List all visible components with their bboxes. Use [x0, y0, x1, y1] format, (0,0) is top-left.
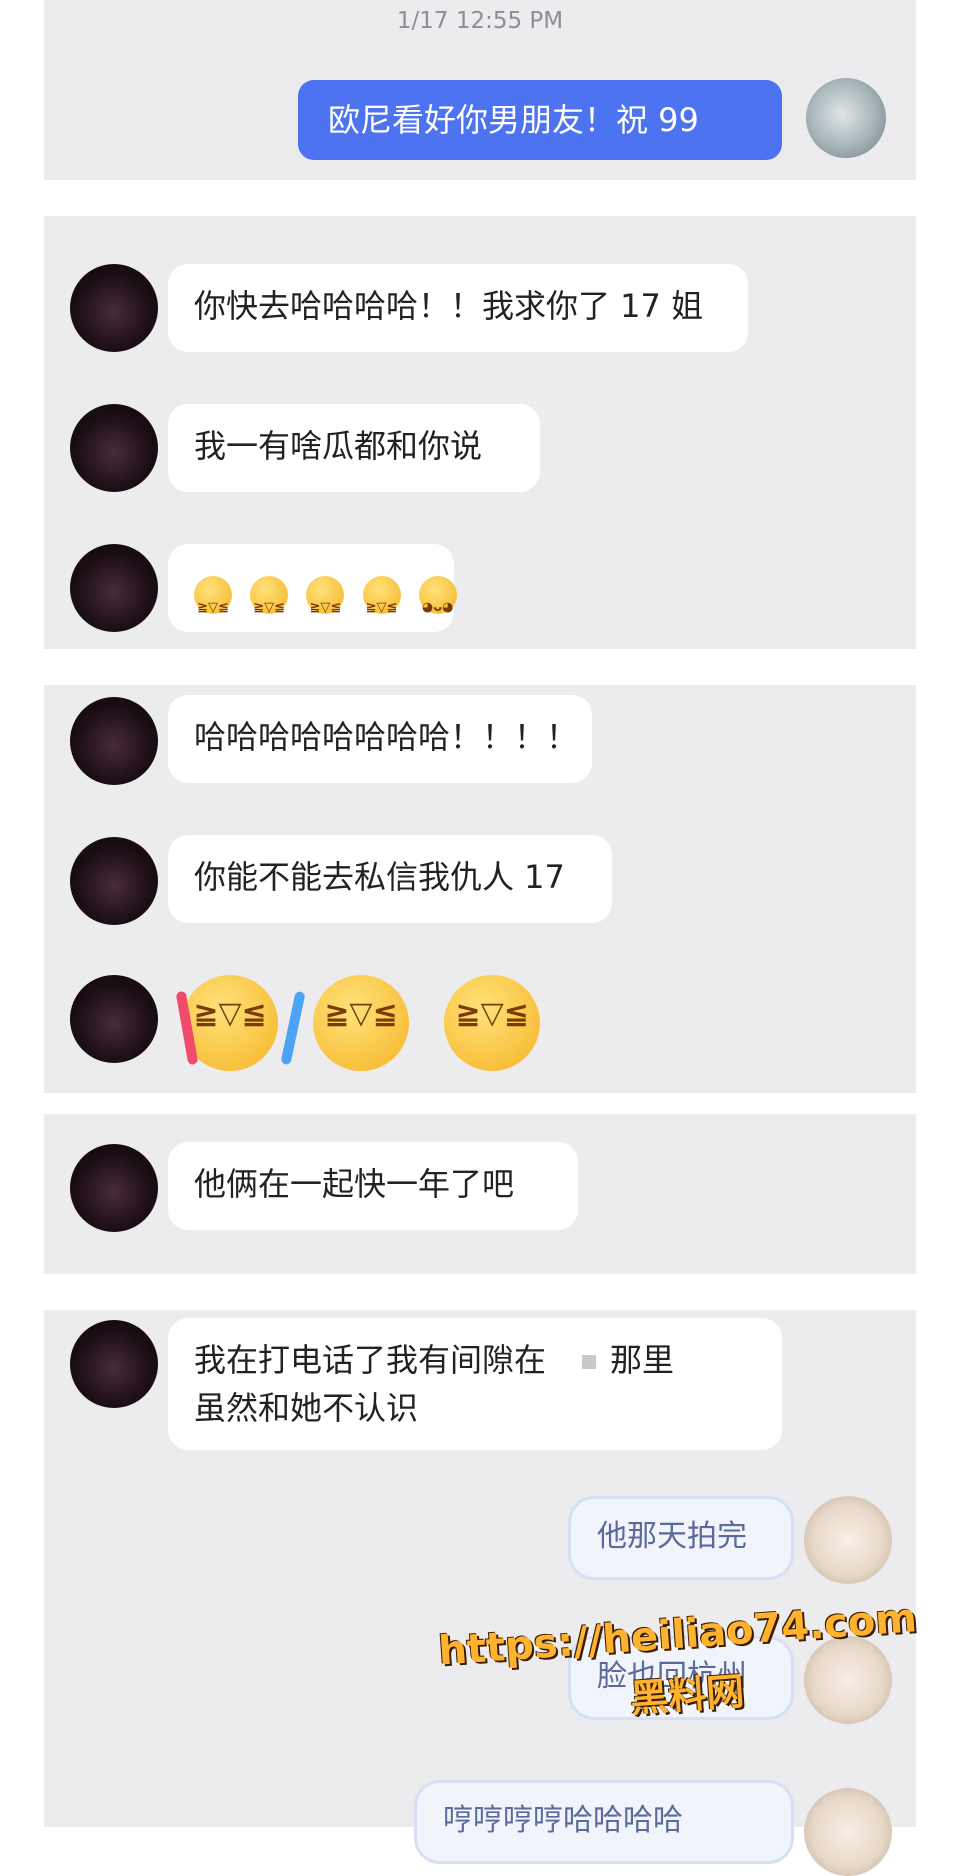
contact-avatar[interactable]: [70, 264, 158, 352]
message-bubble-incoming[interactable]: 你快去哈哈哈哈！！我求你了 17 姐: [168, 264, 748, 352]
contact-avatar[interactable]: [70, 1144, 158, 1232]
laugh-emoji-icon: ≧▽≦: [362, 576, 401, 615]
laugh-emoji-icon: ≧▽≦: [194, 576, 232, 615]
message-line: 我在打电话了我有间隙在: [194, 1341, 547, 1379]
message-line: 虽然和她不认识: [194, 1389, 419, 1427]
contact-avatar[interactable]: [70, 404, 158, 492]
chat-panel-2: 你快去哈哈哈哈！！我求你了 17 姐 我一有啥瓜都和你说 ≧▽≦ ≧▽≦ ≧▽≦…: [44, 216, 916, 649]
contact-avatar[interactable]: [70, 975, 158, 1063]
message-bubble-outgoing[interactable]: 欧尼看好你男朋友！祝 99: [298, 80, 782, 160]
my-avatar[interactable]: [804, 1496, 892, 1584]
contact-avatar[interactable]: [70, 837, 158, 925]
laugh-emoji-icon: ≧▽≦: [306, 576, 345, 615]
message-timestamp: 1/17 12:55 PM: [396, 8, 564, 34]
redacted-name: [582, 1355, 597, 1369]
contact-avatar[interactable]: [70, 1320, 158, 1408]
message-bubble-outgoing[interactable]: 哼哼哼哼哈哈哈哈: [414, 1780, 794, 1864]
message-bubble-incoming[interactable]: 你能不能去私信我仇人 17: [168, 835, 612, 923]
message-bubble-incoming[interactable]: 哈哈哈哈哈哈哈哈！！！！: [168, 695, 592, 783]
tongue-emoji-icon: ◕ᴗ◕: [418, 576, 457, 615]
emoji-bubble[interactable]: ≧▽≦ ≧▽≦ ≧▽≦ ≧▽≦ ◕ᴗ◕: [168, 544, 457, 632]
message-bubble-incoming[interactable]: 我一有啥瓜都和你说: [168, 404, 540, 492]
watermark-name: 黑料网: [628, 1669, 746, 1721]
message-bubble-outgoing[interactable]: 他那天拍完: [568, 1496, 794, 1580]
large-emoji-row[interactable]: ≧▽≦ ≧▽≦ ≧▽≦: [182, 975, 570, 1085]
laugh-emoji-icon: ≧▽≦: [250, 576, 289, 615]
message-line: 那里: [610, 1341, 675, 1379]
laugh-emoji-icon: ≧▽≦: [444, 975, 541, 1071]
contact-avatar[interactable]: [70, 544, 158, 632]
chat-panel-1: 1/17 12:55 PM 欧尼看好你男朋友！祝 99: [44, 0, 916, 180]
chat-panel-5: 我在打电话了我有间隙在 那里 虽然和她不认识 他那天拍完 脸也回杭州 哼哼哼哼哈哈…: [44, 1310, 916, 1876]
chat-panel-3: 哈哈哈哈哈哈哈哈！！！！ 你能不能去私信我仇人 17 ≧▽≦ ≧▽≦ ≧▽≦: [44, 685, 916, 1093]
message-bubble-incoming[interactable]: 我在打电话了我有间隙在 那里 虽然和她不认识: [168, 1318, 782, 1450]
my-avatar[interactable]: [806, 78, 886, 158]
my-avatar[interactable]: [804, 1636, 892, 1724]
laugh-emoji-icon: ≧▽≦: [313, 975, 410, 1071]
my-avatar[interactable]: [804, 1788, 892, 1876]
contact-avatar[interactable]: [70, 697, 158, 785]
chat-panel-4: 他俩在一起快一年了吧: [44, 1114, 916, 1274]
message-bubble-incoming[interactable]: 他俩在一起快一年了吧: [168, 1142, 578, 1230]
